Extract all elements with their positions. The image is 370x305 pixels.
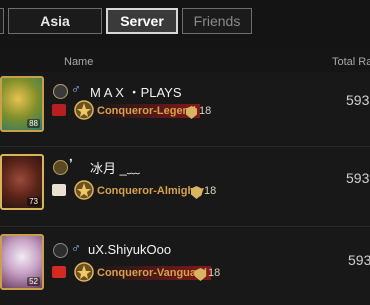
- male-gender-icon: ♂: [71, 81, 81, 96]
- tier-level: 18: [204, 185, 217, 197]
- conqueror-emblem-icon: [74, 100, 94, 120]
- tab-server[interactable]: Server: [106, 8, 178, 34]
- conqueror-emblem-icon: [74, 262, 94, 282]
- conqueror-emblem-icon: [74, 180, 94, 200]
- rating-score: 593: [348, 252, 370, 268]
- leaderboard-row[interactable]: 88 ♂ M A X ・PLAYS Conqueror-Legend 18 59…: [0, 72, 370, 150]
- avatar-level: 73: [27, 197, 40, 206]
- player-name[interactable]: 冰月 _﹏: [90, 158, 140, 177]
- country-flag-icon: [52, 266, 66, 278]
- rating-score: 5932: [346, 170, 370, 186]
- avatar-level: 52: [27, 277, 40, 286]
- title-badge-icon: [53, 160, 68, 175]
- title-badge-icon: [53, 84, 68, 99]
- tier-label: Conqueror-Legend: [95, 104, 200, 118]
- player-name[interactable]: M A X ・PLAYS: [90, 82, 182, 101]
- tier-label: Conqueror-Vanguard: [95, 266, 212, 280]
- leaderboard-row[interactable]: 52 ♂ uX.ShiyukOoo Conqueror-Vanguard 18 …: [0, 228, 370, 305]
- player-name[interactable]: uX.ShiyukOoo: [88, 242, 171, 257]
- player-avatar[interactable]: 88: [0, 76, 44, 132]
- name-column-header: Name: [64, 56, 94, 68]
- tier-level: 18: [208, 267, 221, 279]
- title-badge-icon: [53, 243, 68, 258]
- tab-partial-left[interactable]: [0, 8, 4, 34]
- leaderboard-header: Name Total Ra: [0, 52, 370, 72]
- row-divider: [0, 146, 370, 147]
- row-divider: [0, 226, 370, 227]
- country-flag-icon: [52, 104, 66, 116]
- tab-asia[interactable]: Asia: [8, 8, 102, 34]
- player-avatar[interactable]: 52: [0, 234, 44, 290]
- rating-score: 5932: [346, 92, 370, 108]
- country-flag-icon: [52, 184, 66, 196]
- tier-level: 18: [199, 105, 212, 117]
- leaderboard-row[interactable]: 73 ʼ 冰月 _﹏ Conqueror-Almighty 18 5932: [0, 148, 370, 226]
- apostrophe-mark: ʼ: [69, 156, 73, 171]
- tab-friends[interactable]: Friends: [182, 8, 252, 34]
- tab-bar: Asia Server Friends: [0, 0, 370, 42]
- avatar-level: 88: [27, 119, 40, 128]
- total-rating-column-header: Total Ra: [332, 56, 370, 68]
- player-avatar[interactable]: 73: [0, 154, 44, 210]
- male-gender-icon: ♂: [71, 240, 81, 255]
